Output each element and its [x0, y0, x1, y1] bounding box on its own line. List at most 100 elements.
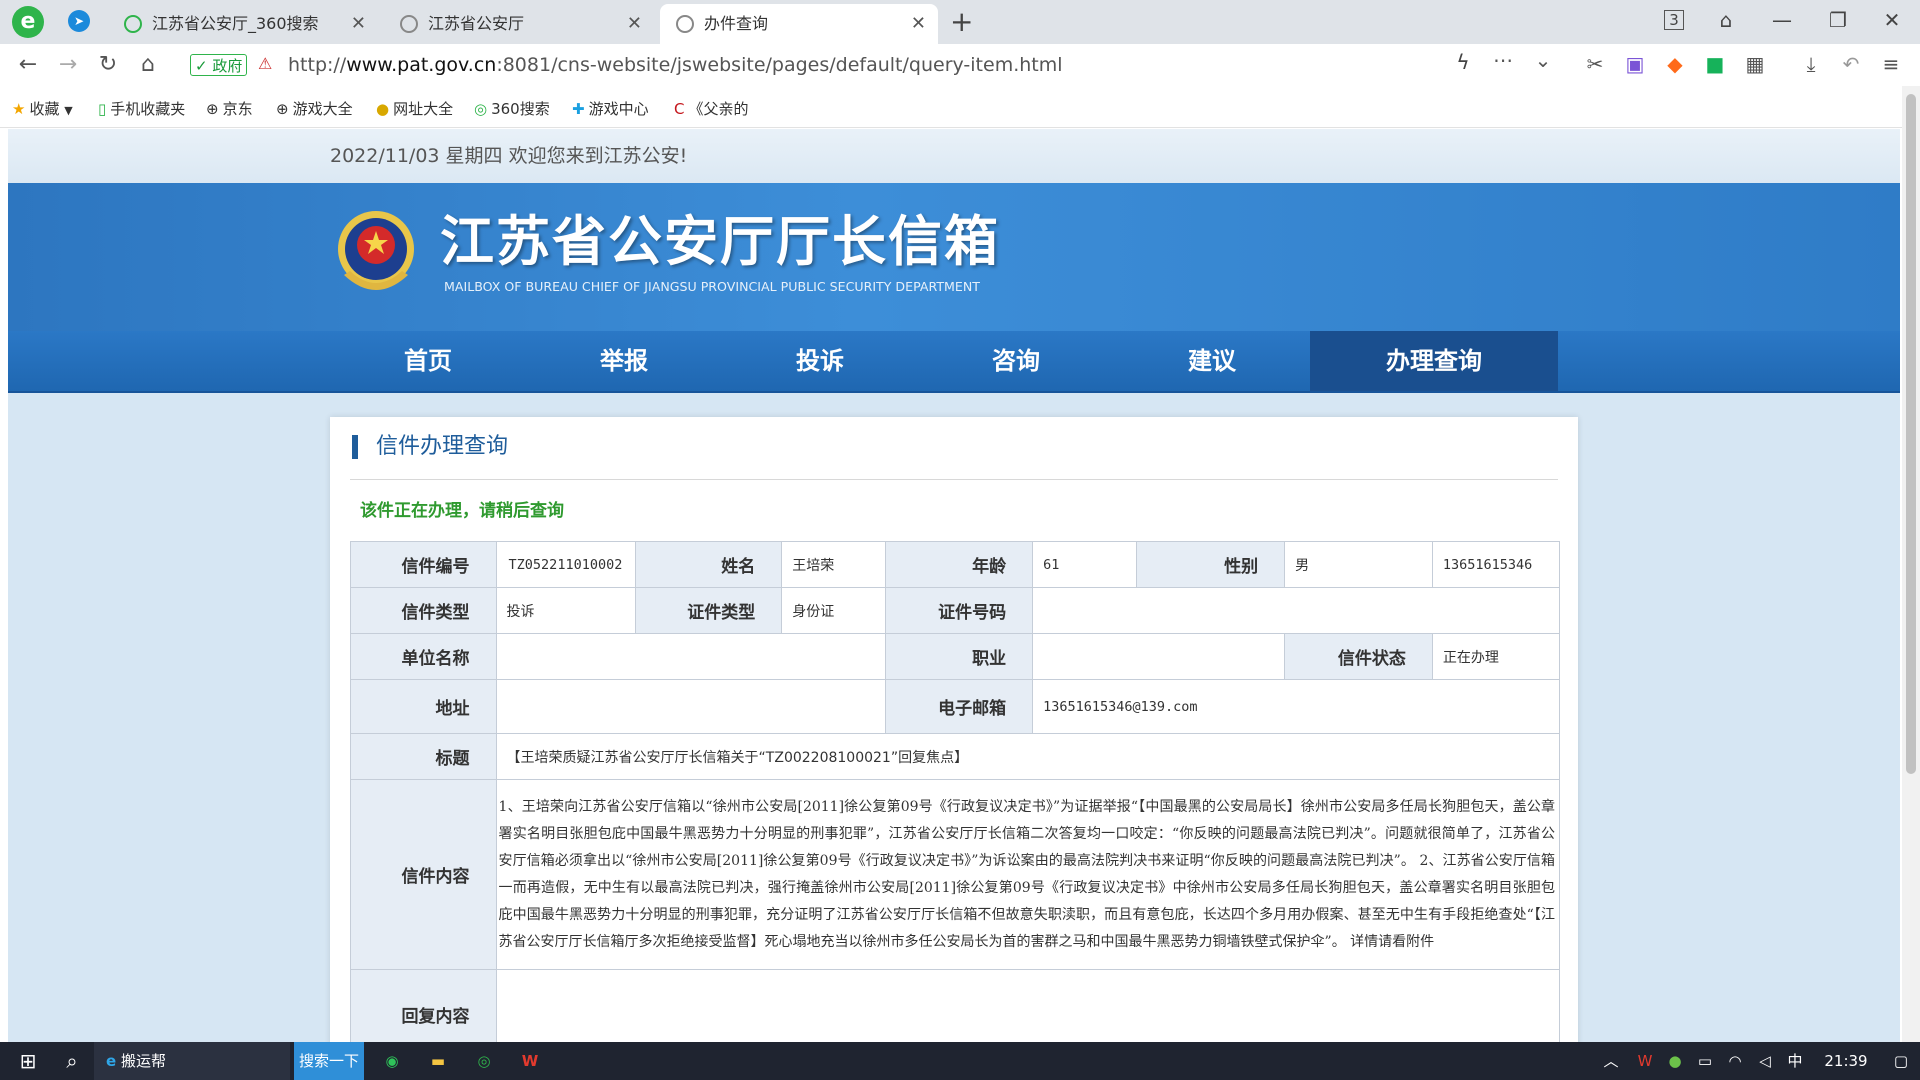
gov-certified-badge[interactable]: ✓ 政府 [190, 54, 248, 76]
wifi-icon[interactable]: ◠ [1720, 1042, 1750, 1080]
tab-label: 办件查询 [704, 14, 769, 33]
label-subject: 标题 [350, 733, 497, 780]
label-name: 姓名 [634, 541, 783, 588]
tab-360-search[interactable]: 江苏省公安厅_360搜索 ✕ [108, 4, 378, 44]
chevron-down-icon[interactable]: ⌄ [1528, 48, 1558, 72]
forward-button[interactable]: → [52, 50, 84, 80]
download-icon[interactable]: ⤓ [1796, 52, 1826, 76]
new-tab-button[interactable]: + [950, 4, 973, 40]
bookmark-item[interactable]: ▯ 手机收藏夹 [98, 98, 185, 119]
battery-icon[interactable]: ▭ [1690, 1042, 1720, 1080]
maximize-button[interactable]: ❐ [1820, 4, 1856, 36]
chat-icon[interactable]: ■ [1700, 52, 1730, 76]
bookmark-item[interactable]: ◎ 360搜索 [474, 98, 550, 119]
scrollbar-thumb[interactable] [1906, 94, 1916, 774]
url-text[interactable]: http://www.pat.gov.cn:8081/cns-website/j… [288, 48, 1063, 82]
address-bar[interactable]: ✓ 政府 ⚠ http://www.pat.gov.cn:8081/cns-we… [178, 48, 1558, 82]
home-button[interactable]: ⌂ [132, 50, 164, 80]
ie-icon: e [106, 1052, 117, 1070]
search-engine-icon: ◎ [474, 100, 488, 118]
wechat-icon[interactable]: ◉ [372, 1042, 412, 1080]
bookmark-item[interactable]: C 《父亲的 [674, 98, 749, 119]
value-email: 13651615346@139.com [1032, 679, 1560, 734]
label-org: 单位名称 [350, 633, 497, 680]
apps-grid-icon[interactable]: ▦ [1740, 52, 1770, 76]
folder-icon[interactable]: ▬ [418, 1042, 458, 1080]
bookmark-favorites[interactable]: ★ 收藏 ▼ [12, 98, 73, 119]
browser-taskbar-icon[interactable]: ◎ [464, 1042, 504, 1080]
windows-start-icon[interactable]: ⊞ [8, 1042, 48, 1080]
label-age: 年龄 [885, 541, 1034, 588]
nav-query[interactable]: 办理查询 [1310, 331, 1558, 391]
nav-site-icon: ● [376, 100, 390, 118]
label-reply: 回复内容 [350, 969, 497, 1042]
taskbar-app[interactable]: e 搬运帮 [94, 1042, 290, 1080]
tab-jiangsu-police[interactable]: 江苏省公安厅 ✕ [384, 4, 654, 44]
browser-tab-bar: e ➤ 江苏省公安厅_360搜索 ✕ 江苏省公安厅 ✕ 办件查询 ✕ + 3 ⌂… [0, 0, 1920, 44]
undo-icon[interactable]: ↶ [1836, 52, 1866, 76]
close-tab-icon[interactable]: ✕ [911, 4, 926, 44]
nav-consult[interactable]: 咨询 [918, 331, 1114, 391]
more-icon[interactable]: ⋯ [1488, 48, 1518, 72]
send-icon[interactable]: ➤ [68, 10, 90, 32]
nav-complaint[interactable]: 投诉 [722, 331, 918, 391]
table-row: 单位名称 职业 信件状态 正在办理 [350, 633, 1561, 680]
label-letter-type: 信件类型 [350, 587, 497, 634]
bookmarks-bar: ★ 收藏 ▼ ▯ 手机收藏夹 ⊕ 京东 ⊕ 游戏大全 ● 网址大全 ◎ 360搜索 ✚ 游戏中… [0, 86, 1920, 128]
phone-icon: ▯ [98, 100, 107, 118]
close-tab-icon[interactable]: ✕ [627, 4, 642, 44]
minimize-button[interactable]: — [1764, 4, 1800, 36]
value-letter-no: TZ052211010002 [495, 541, 636, 588]
vertical-scrollbar[interactable] [1902, 86, 1920, 1042]
tab-query[interactable]: 办件查询 ✕ [660, 4, 938, 44]
translate-icon[interactable]: ▣ [1620, 52, 1650, 76]
wps-icon[interactable]: W [510, 1042, 550, 1080]
panel-title: 信件办理查询 [352, 435, 508, 459]
close-window-button[interactable]: ✕ [1874, 4, 1910, 36]
value-phone: 13651615346 [1431, 541, 1561, 588]
lightning-icon[interactable]: ϟ [1448, 50, 1478, 74]
reload-button[interactable]: ↻ [92, 50, 124, 80]
scissors-icon[interactable]: ✂ [1580, 52, 1610, 76]
tray-expand-icon[interactable]: ︿ [1596, 1042, 1626, 1080]
label-id-no: 证件号码 [885, 587, 1034, 634]
menu-icon[interactable]: ≡ [1876, 52, 1906, 76]
bookmark-item[interactable]: ✚ 游戏中心 [572, 98, 649, 119]
tab-count-badge[interactable]: 3 [1656, 4, 1692, 36]
browser-logo-icon[interactable]: e [12, 6, 44, 38]
value-org [495, 633, 887, 680]
clock[interactable]: 21:39 [1816, 1042, 1876, 1080]
nav-home[interactable]: 首页 [330, 331, 526, 391]
game-icon[interactable]: ◆ [1660, 52, 1690, 76]
label-letter-status: 信件状态 [1284, 633, 1433, 680]
security-warning-icon[interactable]: ⚠ [258, 54, 272, 73]
nav-report[interactable]: 举报 [526, 331, 722, 391]
label-id-type: 证件类型 [634, 587, 783, 634]
tray-app-icon[interactable]: ● [1660, 1042, 1690, 1080]
table-row: 标题 【王培荣质疑江苏省公安厅厅长信箱关于“TZ002208100021”回复焦… [350, 733, 1561, 780]
query-panel: 信件办理查询 该件正在办理，请稍后查询 信件编号 TZ052211010002 … [330, 417, 1578, 1042]
web-page: 2022/11/03 星期四 欢迎您来到江苏公安! 江苏省公安厅厅长信箱 MAI… [8, 129, 1900, 1042]
wps-tray-icon[interactable]: W [1630, 1042, 1660, 1080]
divider [350, 479, 1558, 480]
ime-indicator[interactable]: 中 [1780, 1042, 1810, 1080]
globe-icon [676, 15, 694, 33]
value-id-type: 身份证 [781, 587, 887, 634]
search-button[interactable]: 搜索一下 [294, 1042, 364, 1080]
back-button[interactable]: ← [12, 50, 44, 80]
bookmark-item[interactable]: ⊕ 游戏大全 [276, 98, 353, 119]
bookmark-item[interactable]: ● 网址大全 [376, 98, 453, 119]
search-icon[interactable]: ⌕ [52, 1042, 92, 1080]
site-subtitle: MAILBOX OF BUREAU CHIEF OF JIANGSU PROVI… [444, 279, 980, 294]
value-reply [495, 969, 1561, 1042]
bookmark-item[interactable]: ⊕ 京东 [206, 98, 253, 119]
label-job: 职业 [885, 633, 1034, 680]
volume-icon[interactable]: ◁ [1750, 1042, 1780, 1080]
close-tab-icon[interactable]: ✕ [351, 4, 366, 44]
nav-suggestion[interactable]: 建议 [1114, 331, 1310, 391]
dropdown-icon[interactable]: ▼ [64, 104, 72, 117]
date-welcome-line: 2022/11/03 星期四 欢迎您来到江苏公安! [8, 129, 1900, 183]
table-row: 回复内容 [350, 969, 1561, 1042]
notification-icon[interactable]: ▢ [1886, 1042, 1916, 1080]
shirt-icon[interactable]: ⌂ [1708, 4, 1744, 36]
